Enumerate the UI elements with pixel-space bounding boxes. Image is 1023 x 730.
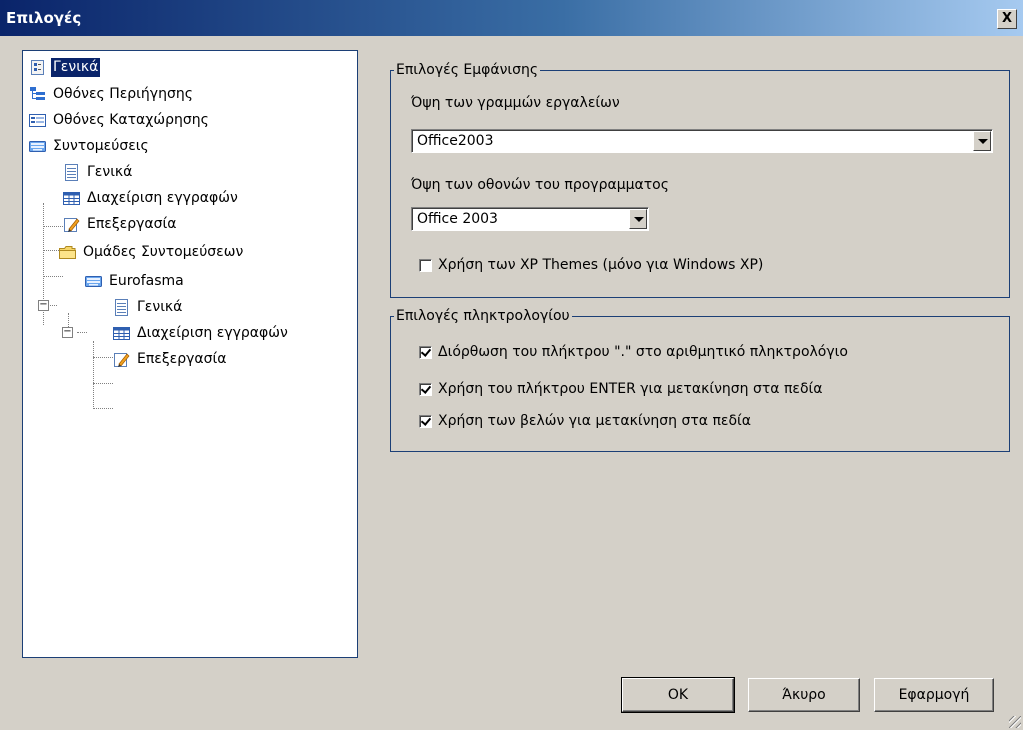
tree-item-label: Γενικά <box>87 163 133 180</box>
toolbars-style-value: Office2003 <box>417 133 494 149</box>
arrow-navigation-checkbox[interactable]: Χρήση των βελών για μετακίνηση στα πεδία <box>419 413 751 429</box>
xp-themes-checkbox[interactable]: Χρήση των XP Themes (μόνο για Windows XP… <box>419 257 763 273</box>
tree-item-label: Συντομεύσεις <box>53 137 149 154</box>
form-icon <box>29 113 46 127</box>
chevron-down-icon[interactable] <box>973 131 991 151</box>
tree-item-shortcuts[interactable]: Συντομεύσεις <box>29 135 151 157</box>
grid-icon <box>63 191 80 205</box>
enter-navigation-label: Χρήση του πλήκτρου ENTER για μετακίνηση … <box>438 381 823 397</box>
tree-item-eurofasma-records[interactable]: Διαχείριση εγγραφών <box>113 322 290 344</box>
collapse-toggle[interactable]: − <box>38 300 49 311</box>
folder-icon <box>59 245 76 259</box>
tree-item-eurofasma-edit[interactable]: Επεξεργασία <box>113 348 228 370</box>
tree-item-label: Επεξεργασία <box>87 215 177 232</box>
options-tree[interactable]: − − Γενικά Οθόνες Περιήγησης Οθόνες Κατα… <box>22 50 358 658</box>
screens-style-value: Office 2003 <box>417 211 498 227</box>
display-options-legend: Επιλογές Εμφάνισης <box>394 61 541 79</box>
keyboard-icon <box>85 275 102 287</box>
title-bar: Επιλογές X <box>0 0 1023 36</box>
checkbox-box[interactable] <box>419 382 432 396</box>
numpad-dot-checkbox[interactable]: Διόρθωση του πλήκτρου "." στο αριθμητικό… <box>419 344 848 360</box>
collapse-toggle[interactable]: − <box>62 327 73 338</box>
tree-line <box>77 332 87 333</box>
tree-item-browse-screens[interactable]: Οθόνες Περιήγησης <box>29 83 195 105</box>
tree-item-shortcuts-general[interactable]: Γενικά <box>63 161 134 183</box>
tree-line <box>43 276 63 277</box>
page-icon <box>65 163 78 181</box>
arrow-navigation-label: Χρήση των βελών για μετακίνηση στα πεδία <box>438 413 751 429</box>
tree-item-label: Διαχείριση εγγραφών <box>137 324 288 341</box>
tree-item-label: Επεξεργασία <box>137 350 227 367</box>
tree-item-general[interactable]: Γενικά <box>29 56 101 78</box>
display-options-group: Επιλογές Εμφάνισης Όψη των γραμμών εργαλ… <box>390 61 1010 298</box>
tree-item-label: Διαχείριση εγγραφών <box>87 189 238 206</box>
page-icon <box>115 298 128 316</box>
tree-item-shortcut-groups[interactable]: Ομάδες Συντομεύσεων <box>59 241 245 263</box>
tree-icon <box>30 86 45 100</box>
tree-item-label: Οθόνες Περιήγησης <box>53 85 193 102</box>
checkbox-box[interactable] <box>419 345 432 359</box>
grid-icon <box>113 326 130 340</box>
tree-item-label: Οθόνες Καταχώρησης <box>53 111 209 128</box>
tree-line <box>93 383 113 384</box>
tree-line <box>93 357 113 358</box>
enter-navigation-checkbox[interactable]: Χρήση του πλήκτρου ENTER για μετακίνηση … <box>419 381 822 397</box>
window-title: Επιλογές <box>6 9 82 27</box>
tree-item-eurofasma[interactable]: Eurofasma <box>85 270 186 292</box>
edit-icon <box>64 217 80 232</box>
toolbars-style-select[interactable]: Office2003 <box>411 129 993 153</box>
chevron-down-icon[interactable] <box>629 209 647 229</box>
tree-line <box>93 341 94 409</box>
keyboard-options-group: Επιλογές πληκτρολογίου Διόρθωση του πλήκ… <box>390 307 1010 452</box>
numpad-dot-label: Διόρθωση του πλήκτρου "." στο αριθμητικό… <box>438 344 848 360</box>
tree-item-shortcuts-records[interactable]: Διαχείριση εγγραφών <box>63 187 240 209</box>
tree-item-shortcuts-edit[interactable]: Επεξεργασία <box>63 213 178 235</box>
checkbox-box[interactable] <box>419 414 432 428</box>
ok-button[interactable]: OK <box>621 677 735 713</box>
tree-line <box>43 226 63 227</box>
checkbox-box[interactable] <box>419 258 432 272</box>
settings-page-icon <box>31 59 44 75</box>
keyboard-options-legend: Επιλογές πληκτρολογίου <box>394 307 572 325</box>
edit-icon <box>114 352 130 367</box>
xp-themes-label: Χρήση των XP Themes (μόνο για Windows XP… <box>438 257 764 273</box>
tree-item-entry-screens[interactable]: Οθόνες Καταχώρησης <box>29 109 211 131</box>
tree-line <box>93 408 113 409</box>
tree-item-label: Eurofasma <box>109 272 184 289</box>
cancel-button[interactable]: Άκυρο <box>748 678 860 712</box>
screens-style-label: Όψη των οθονών του προγραμματος <box>411 177 669 193</box>
tree-item-eurofasma-general[interactable]: Γενικά <box>113 296 184 318</box>
keyboard-icon <box>29 140 46 152</box>
close-button[interactable]: X <box>997 9 1017 29</box>
resize-grip[interactable] <box>1009 716 1021 728</box>
toolbars-style-label: Όψη των γραμμών εργαλείων <box>411 95 620 111</box>
tree-item-label: Γενικά <box>51 57 101 77</box>
tree-item-label: Γενικά <box>137 298 183 315</box>
apply-button[interactable]: Εφαρμογή <box>874 678 994 712</box>
screens-style-select[interactable]: Office 2003 <box>411 207 649 231</box>
tree-item-label: Ομάδες Συντομεύσεων <box>83 243 244 260</box>
